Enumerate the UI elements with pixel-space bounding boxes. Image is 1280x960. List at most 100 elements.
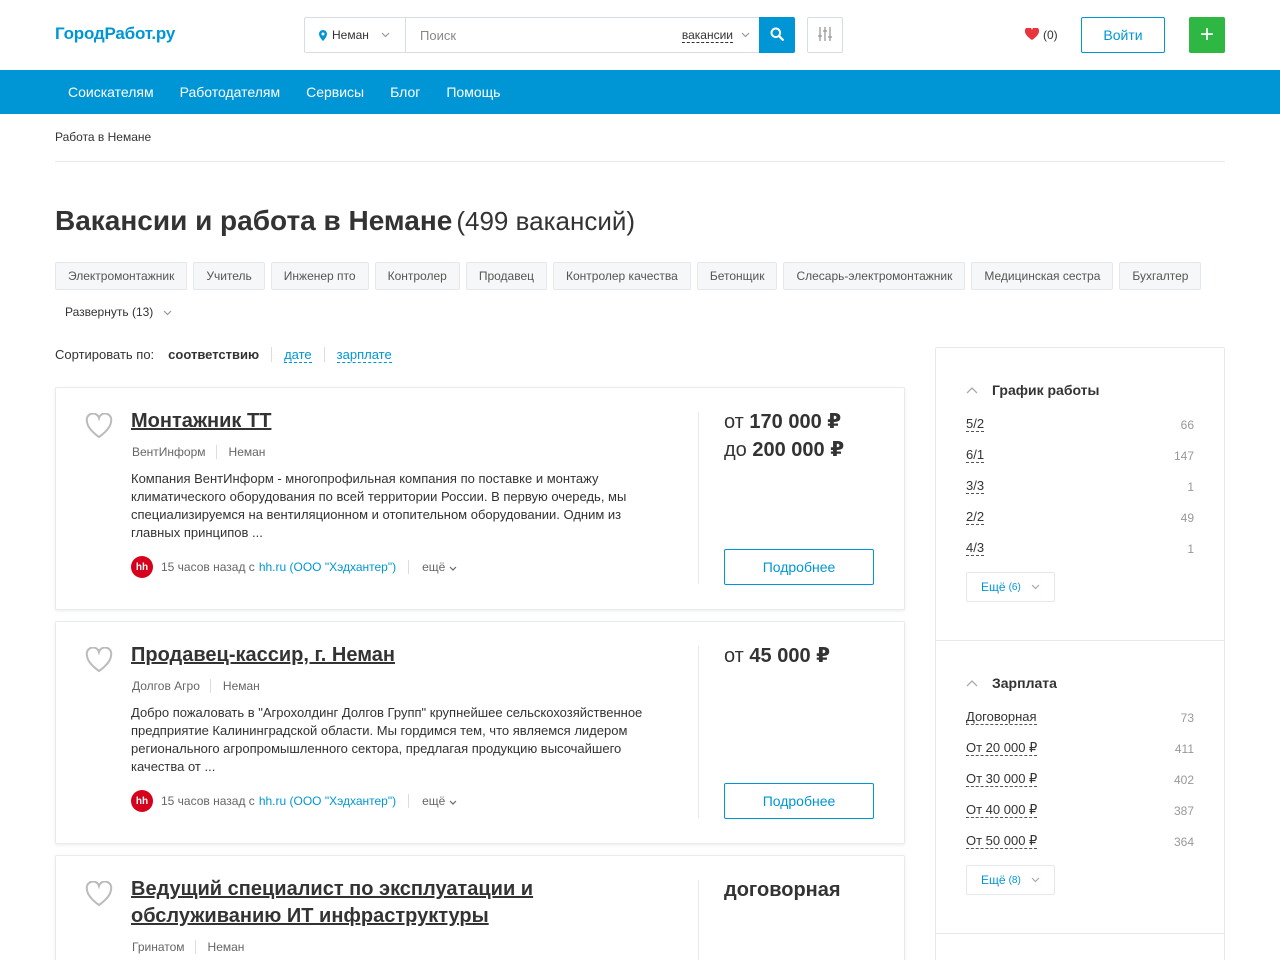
filter-title: График работы — [992, 382, 1100, 398]
vacancy-city: Неман — [215, 445, 276, 459]
filter-more-button[interactable]: Ещё (6) — [966, 572, 1055, 602]
page-title-text: Вакансии и работа в Немане — [55, 205, 453, 236]
card-divider — [698, 880, 699, 960]
city-label: Неман — [332, 28, 369, 42]
add-vacancy-button[interactable]: + — [1189, 17, 1225, 53]
details-button[interactable]: Подробнее — [724, 549, 874, 585]
search-input[interactable] — [406, 18, 682, 52]
card-divider — [698, 412, 699, 584]
filter-more-count: (8) — [1008, 874, 1021, 886]
vacancy-title[interactable]: Монтажник ТТ — [131, 408, 671, 435]
filter-option-label: 3/3 — [966, 478, 985, 494]
filter-option[interactable]: От 40 000 ₽ 387 — [966, 795, 1194, 826]
vacancy-count: (499 вакансий) — [456, 206, 636, 236]
nav-item-seekers[interactable]: Соискателям — [55, 84, 167, 100]
nav-item-employers[interactable]: Работодателям — [167, 84, 294, 100]
vacancy-title[interactable]: Продавец-кассир, г. Неман — [131, 642, 671, 669]
salary-from: 170 000 ₽ — [749, 411, 842, 433]
vacancy-meta: Долгов Агро Неман — [132, 679, 270, 693]
sliders-icon — [818, 26, 832, 45]
filter-more-label: Ещё — [981, 580, 1006, 594]
expand-tags-button[interactable]: Развернуть (13) — [65, 305, 172, 319]
vacancy-description: Компания ВентИнформ - многопрофильная ко… — [131, 471, 627, 540]
filter-option[interactable]: 4/3 1 — [966, 533, 1194, 564]
filter-option-label: Договорная — [966, 709, 1037, 725]
tag[interactable]: Бетонщик — [696, 262, 778, 290]
details-button[interactable]: Подробнее — [724, 783, 874, 819]
tag[interactable]: Инженер пто — [270, 262, 369, 290]
filter-option-count: 1 — [1187, 541, 1194, 556]
filter-option[interactable]: От 30 000 ₽ 402 — [966, 764, 1194, 795]
filter-option-count: 147 — [1173, 448, 1194, 463]
more-label: ещё — [422, 794, 446, 808]
tag[interactable]: Медицинская сестра — [971, 262, 1114, 290]
tag[interactable]: Учитель — [193, 262, 265, 290]
breadcrumb[interactable]: Работа в Немане — [55, 130, 151, 144]
company-name: Долгов Агро — [132, 679, 200, 693]
divider — [55, 161, 1225, 162]
filter-option[interactable]: 5/2 66 — [966, 409, 1194, 440]
chevron-down-icon — [449, 566, 457, 571]
more-menu[interactable]: ещё — [422, 560, 457, 574]
filter-option[interactable]: От 50 000 ₽ 364 — [966, 826, 1194, 857]
source-link[interactable]: hh.ru (ООО "Хэдхантер") — [259, 794, 410, 808]
filter-option-count: 402 — [1173, 772, 1194, 787]
filter-option[interactable]: 6/1 147 — [966, 440, 1194, 471]
filter-option-label: От 40 000 ₽ — [966, 802, 1038, 818]
filter-option-count: 73 — [1180, 710, 1194, 725]
vacancy-card: Продавец-кассир, г. Неман Долгов Агро Не… — [55, 621, 905, 844]
search-type-label: вакансии — [681, 27, 733, 43]
heart-outline-icon[interactable] — [85, 880, 113, 907]
tag[interactable]: Контролер качества — [553, 262, 691, 290]
chevron-down-icon — [449, 800, 457, 805]
favorites-link[interactable]: (0) — [1024, 27, 1058, 43]
filter-option[interactable]: От 20 000 ₽ 411 — [966, 733, 1194, 764]
nav-item-help[interactable]: Помощь — [433, 84, 513, 100]
site-logo[interactable]: ГородРабот.ру — [55, 24, 175, 44]
tag[interactable]: Продавец — [465, 262, 547, 290]
main-nav: Соискателям Работодателям Сервисы Блог П… — [0, 70, 1280, 114]
filter-option[interactable]: 2/2 49 — [966, 502, 1194, 533]
vacancy-city: Неман — [209, 679, 270, 693]
vacancy-city: Неман — [194, 940, 255, 954]
filter-option[interactable]: 3/3 1 — [966, 471, 1194, 502]
filter-schedule-header[interactable]: График работы — [966, 380, 1194, 400]
tag[interactable]: Электромонтажник — [55, 262, 188, 290]
popular-tags: Электромонтажник Учитель Инженер пто Кон… — [55, 262, 1207, 290]
tag[interactable]: Бухгалтер — [1119, 262, 1202, 290]
sort-by-date[interactable]: дате — [284, 347, 312, 363]
filter-option-label: 5/2 — [966, 416, 985, 432]
heart-outline-icon[interactable] — [85, 646, 113, 673]
filter-salary-header[interactable]: Зарплата — [966, 673, 1194, 693]
chevron-down-icon — [163, 308, 172, 319]
location-pin-icon — [319, 30, 327, 41]
filter-more-label: Ещё — [981, 873, 1006, 887]
filter-option-count: 387 — [1173, 803, 1194, 818]
tag[interactable]: Слесарь-электромонтажник — [783, 262, 966, 290]
nav-item-blog[interactable]: Блог — [377, 84, 433, 100]
vacancy-salary: от 45 000 ₽ — [724, 642, 830, 670]
chevron-down-icon — [381, 30, 390, 41]
city-select[interactable]: Неман — [305, 18, 406, 52]
filter-option-label: 4/3 — [966, 540, 985, 556]
filter-option-label: От 30 000 ₽ — [966, 771, 1038, 787]
sort-bar: Сортировать по: соответствию дате зарпла… — [55, 347, 404, 363]
search-button[interactable] — [759, 17, 795, 53]
vacancy-meta: Гринатом Неман — [132, 940, 254, 954]
tag[interactable]: Контролер — [374, 262, 460, 290]
nav-item-services[interactable]: Сервисы — [293, 84, 377, 100]
vacancy-title[interactable]: Ведущий специалист по эксплуатации и обс… — [131, 876, 671, 930]
company-name: ВентИнформ — [132, 445, 206, 459]
filter-more-button[interactable]: Ещё (8) — [966, 865, 1055, 895]
heart-outline-icon[interactable] — [85, 412, 113, 439]
more-menu[interactable]: ещё — [422, 794, 457, 808]
filter-option[interactable]: Договорная 73 — [966, 702, 1194, 733]
salary-to: 200 000 ₽ — [752, 439, 845, 461]
login-button[interactable]: Войти — [1081, 17, 1165, 53]
source-link[interactable]: hh.ru (ООО "Хэдхантер") — [259, 560, 410, 574]
header: ГородРабот.ру Неман вакансии — [0, 0, 1280, 70]
salary-from-label: от — [724, 645, 744, 667]
sort-by-salary[interactable]: зарплате — [336, 347, 392, 363]
chevron-down-icon — [1031, 875, 1040, 886]
filters-button[interactable] — [807, 17, 843, 53]
